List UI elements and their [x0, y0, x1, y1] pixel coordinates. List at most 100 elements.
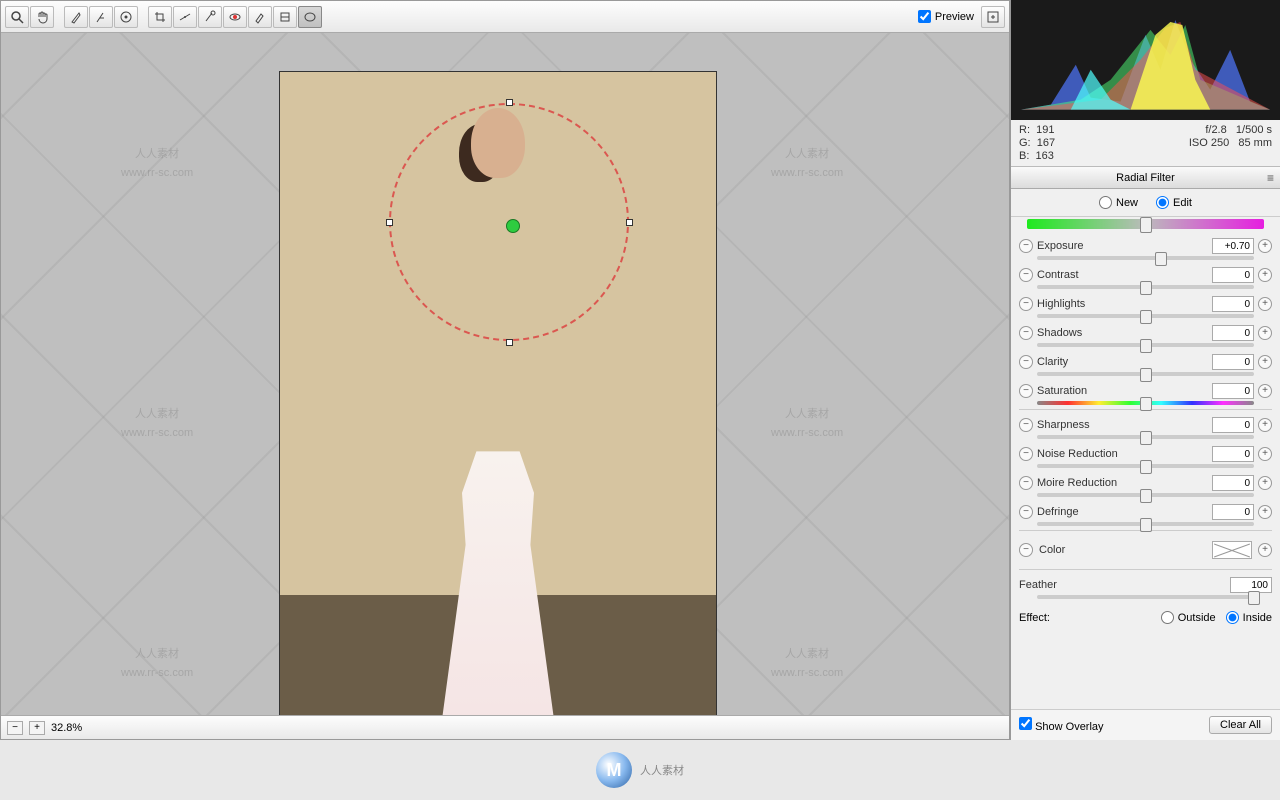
photo-preview[interactable] [279, 71, 717, 715]
color-label: Color [1039, 544, 1206, 556]
slider-noise-reduction: −Noise Reduction + [1011, 443, 1280, 468]
slider-label: Highlights [1037, 298, 1208, 310]
footer-watermark: M 人人素材 [0, 740, 1280, 800]
histogram[interactable] [1011, 0, 1280, 120]
sliders-container: −Exposure+−Contrast+−Highlights+−Shadows… [1011, 233, 1280, 709]
radial-handle-top[interactable] [506, 99, 513, 106]
slider-track[interactable] [1037, 372, 1254, 376]
slider-track[interactable] [1037, 285, 1254, 289]
slider-value[interactable] [1212, 475, 1254, 491]
slider-sharpness: −Sharpness + [1011, 414, 1280, 439]
image-canvas[interactable]: 人人素材www.rr-sc.com 人人素材www.rr-sc.com 人人素材… [1, 33, 1009, 715]
color-minus[interactable]: − [1019, 543, 1033, 557]
targeted-adjustment-tool[interactable] [114, 6, 138, 28]
plus-button[interactable]: + [1258, 447, 1272, 461]
radial-handle-right[interactable] [626, 219, 633, 226]
slider-track[interactable] [1037, 522, 1254, 526]
minus-button[interactable]: − [1019, 297, 1033, 311]
slider-track[interactable] [1037, 343, 1254, 347]
feather-slider[interactable] [1037, 595, 1254, 599]
plus-button[interactable]: + [1258, 355, 1272, 369]
slider-label: Clarity [1037, 356, 1208, 368]
mode-new-radio[interactable]: New [1099, 196, 1138, 209]
color-swatch[interactable] [1212, 541, 1252, 559]
slider-track[interactable] [1037, 493, 1254, 497]
radial-handle-left[interactable] [386, 219, 393, 226]
minus-button[interactable]: − [1019, 326, 1033, 340]
minus-button[interactable]: − [1019, 418, 1033, 432]
plus-button[interactable]: + [1258, 476, 1272, 490]
fullscreen-toggle[interactable] [981, 6, 1005, 28]
crop-tool[interactable] [148, 6, 172, 28]
feather-row: Feather [1011, 574, 1280, 599]
show-overlay-checkbox[interactable]: Show Overlay [1019, 717, 1104, 733]
slider-value[interactable] [1212, 325, 1254, 341]
zoom-level: 32.8% [51, 722, 82, 734]
effect-inside-radio[interactable]: Inside [1226, 611, 1272, 624]
tint-slider[interactable] [1027, 219, 1264, 229]
slider-track[interactable] [1037, 464, 1254, 468]
zoom-in-button[interactable]: + [29, 721, 45, 735]
red-eye-tool[interactable] [223, 6, 247, 28]
slider-value[interactable] [1212, 296, 1254, 312]
spot-removal-tool[interactable] [198, 6, 222, 28]
slider-defringe: −Defringe+ [1011, 501, 1280, 526]
slider-label: Sharpness [1037, 419, 1208, 431]
minus-button[interactable]: − [1019, 239, 1033, 253]
slider-value[interactable] [1212, 446, 1254, 462]
adjustment-brush-tool[interactable] [248, 6, 272, 28]
plus-button[interactable]: + [1258, 326, 1272, 340]
slider-label: Contrast [1037, 269, 1208, 281]
minus-button[interactable]: − [1019, 268, 1033, 282]
panel-menu-icon[interactable]: ≡ [1267, 171, 1274, 185]
panel-bottom: Show Overlay Clear All [1011, 709, 1280, 740]
graduated-filter-tool[interactable] [273, 6, 297, 28]
slider-contrast: −Contrast + [1011, 264, 1280, 289]
preview-checkbox[interactable]: Preview [918, 10, 974, 23]
slider-value[interactable] [1212, 383, 1254, 399]
radial-handle-bottom[interactable] [506, 339, 513, 346]
mode-edit-radio[interactable]: Edit [1156, 196, 1192, 209]
slider-value[interactable] [1212, 267, 1254, 283]
minus-button[interactable]: − [1019, 384, 1033, 398]
minus-button[interactable]: − [1019, 476, 1033, 490]
slider-label: Saturation [1037, 385, 1208, 397]
color-sampler-tool[interactable] [89, 6, 113, 28]
slider-label: Shadows [1037, 327, 1208, 339]
color-plus[interactable]: + [1258, 543, 1272, 557]
plus-button[interactable]: + [1258, 297, 1272, 311]
status-bar: − + 32.8% [1, 715, 1009, 739]
radial-filter-tool[interactable] [298, 6, 322, 28]
clear-all-button[interactable]: Clear All [1209, 716, 1272, 734]
plus-button[interactable]: + [1258, 239, 1272, 253]
right-panel: R: 191 G: 167 B: 163 f/2.8 1/500 s ISO 2… [1010, 0, 1280, 740]
slider-value[interactable] [1212, 238, 1254, 254]
zoom-out-button[interactable]: − [7, 721, 23, 735]
plus-button[interactable]: + [1258, 384, 1272, 398]
straighten-tool[interactable] [173, 6, 197, 28]
effect-outside-radio[interactable]: Outside [1161, 611, 1216, 624]
readout-panel: R: 191 G: 167 B: 163 f/2.8 1/500 s ISO 2… [1011, 120, 1280, 167]
slider-track[interactable] [1037, 314, 1254, 318]
slider-track[interactable] [1037, 256, 1254, 260]
minus-button[interactable]: − [1019, 505, 1033, 519]
hand-tool[interactable] [30, 6, 54, 28]
slider-value[interactable] [1212, 354, 1254, 370]
minus-button[interactable]: − [1019, 355, 1033, 369]
effect-row: Effect: Outside Inside [1011, 603, 1280, 632]
panel-header: Radial Filter ≡ [1011, 167, 1280, 189]
slider-track[interactable] [1037, 435, 1254, 439]
zoom-tool[interactable] [5, 6, 29, 28]
radial-filter-pin[interactable] [506, 219, 520, 233]
slider-value[interactable] [1212, 417, 1254, 433]
slider-value[interactable] [1212, 504, 1254, 520]
slider-label: Noise Reduction [1037, 448, 1208, 460]
slider-saturation: −Saturation + [1011, 380, 1280, 405]
plus-button[interactable]: + [1258, 418, 1272, 432]
minus-button[interactable]: − [1019, 447, 1033, 461]
slider-track[interactable] [1037, 401, 1254, 405]
white-balance-tool[interactable] [64, 6, 88, 28]
plus-button[interactable]: + [1258, 268, 1272, 282]
top-toolbar: Preview [1, 1, 1009, 33]
plus-button[interactable]: + [1258, 505, 1272, 519]
